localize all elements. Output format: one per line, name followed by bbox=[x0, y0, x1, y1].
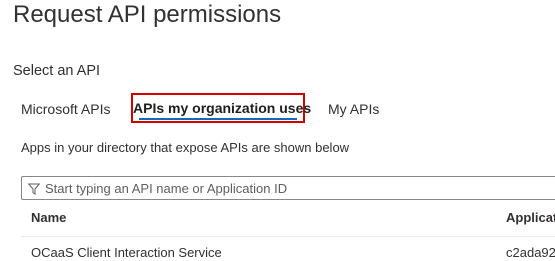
column-header-name[interactable]: Name bbox=[31, 210, 66, 225]
select-api-label: Select an API bbox=[13, 63, 101, 79]
search-input[interactable] bbox=[45, 180, 525, 196]
request-api-permissions-panel: Request API permissions Select an API Mi… bbox=[0, 0, 555, 261]
table-row[interactable]: OCaaS Client Interaction Service c2ada92 bbox=[21, 237, 555, 261]
application-id-cell: c2ada92 bbox=[506, 245, 555, 260]
selected-tab-indicator bbox=[139, 118, 297, 120]
tab-my-apis[interactable]: My APIs bbox=[328, 99, 379, 119]
tab-label: APIs my organization uses bbox=[133, 100, 312, 116]
tab-apis-my-organization-uses[interactable]: APIs my organization uses bbox=[131, 93, 311, 123]
api-name-cell: OCaaS Client Interaction Service bbox=[31, 245, 222, 260]
tab-microsoft-apis[interactable]: Microsoft APIs bbox=[21, 99, 110, 119]
column-header-application-id[interactable]: Applicat bbox=[506, 210, 555, 225]
filter-icon bbox=[27, 182, 41, 195]
tab-description: Apps in your directory that expose APIs … bbox=[21, 140, 350, 155]
page-title: Request API permissions bbox=[13, 1, 282, 28]
api-search-box[interactable] bbox=[21, 176, 555, 200]
